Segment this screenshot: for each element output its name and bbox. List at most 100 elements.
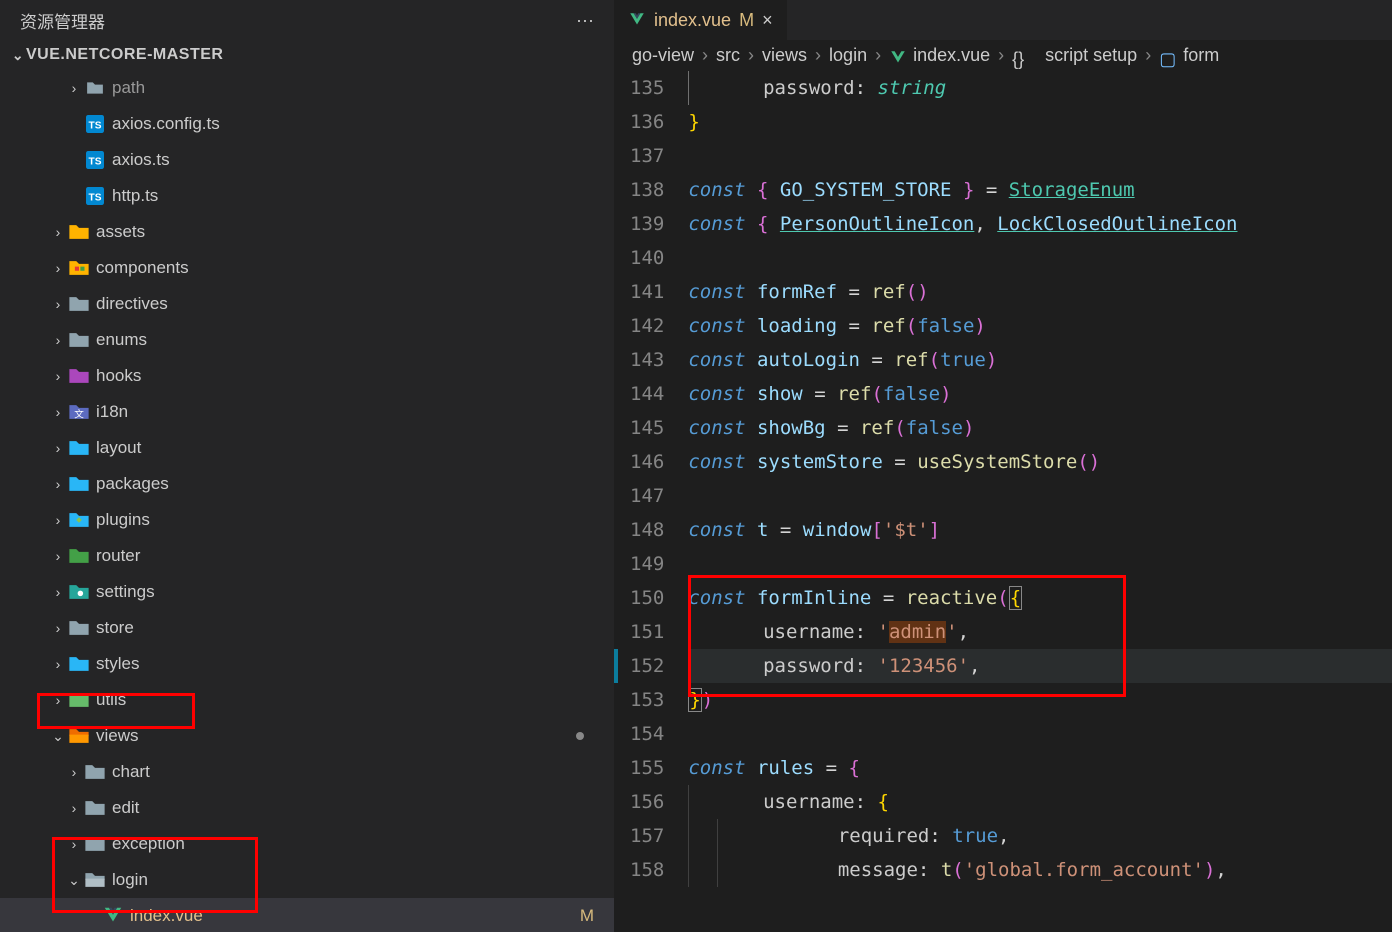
svg-text:TS: TS bbox=[89, 121, 102, 132]
tree-folder-directives[interactable]: › directives bbox=[0, 286, 614, 322]
vue-file-icon bbox=[889, 49, 907, 67]
tab-modified-badge: M bbox=[739, 10, 754, 31]
tree-folder-i18n[interactable]: › 文 i18n bbox=[0, 394, 614, 430]
tree-folder-plugins[interactable]: › plugins bbox=[0, 502, 614, 538]
chevron-down-icon: ⌄ bbox=[48, 728, 68, 745]
chevron-right-icon: › bbox=[48, 620, 68, 636]
line-number-gutter: 1351361371381391401411421431441451461471… bbox=[614, 71, 688, 932]
chevron-right-icon: › bbox=[994, 45, 1008, 66]
tree-folder-assets[interactable]: › assets bbox=[0, 214, 614, 250]
tree-file[interactable]: TS http.ts bbox=[0, 178, 614, 214]
tree-item-label: chart bbox=[112, 762, 150, 782]
tree-item-label: index.vue bbox=[130, 906, 203, 926]
explorer-header: 资源管理器 ··· bbox=[0, 0, 614, 40]
chevron-right-icon: › bbox=[698, 45, 712, 66]
chevron-right-icon: › bbox=[48, 548, 68, 564]
tree-folder-packages[interactable]: › packages bbox=[0, 466, 614, 502]
breadcrumb-item[interactable]: index.vue bbox=[913, 45, 990, 66]
tree-folder-layout[interactable]: ›layout bbox=[0, 430, 614, 466]
explorer-more-icon[interactable]: ··· bbox=[572, 10, 598, 31]
tree-item-label: components bbox=[96, 258, 189, 278]
chevron-right-icon: › bbox=[48, 260, 68, 276]
chevron-right-icon: › bbox=[64, 764, 84, 780]
close-icon[interactable]: × bbox=[762, 10, 773, 31]
tree-item-label: axios.ts bbox=[112, 150, 170, 170]
tree-folder-chart[interactable]: › chart bbox=[0, 754, 614, 790]
vue-file-icon bbox=[628, 11, 646, 29]
project-header[interactable]: ⌄ VUE.NETCORE-MASTER bbox=[0, 40, 614, 70]
tree-folder-styles[interactable]: › styles bbox=[0, 646, 614, 682]
tree-file[interactable]: TS axios.config.ts bbox=[0, 106, 614, 142]
tree-folder-exception[interactable]: ›exception bbox=[0, 826, 614, 862]
explorer-title: 资源管理器 bbox=[20, 8, 105, 33]
breadcrumb-item[interactable]: src bbox=[716, 45, 740, 66]
chevron-right-icon: › bbox=[48, 404, 68, 420]
tree-item-label: assets bbox=[96, 222, 145, 242]
tree-item-label: layout bbox=[96, 438, 141, 458]
tree-folder-components[interactable]: › components bbox=[0, 250, 614, 286]
tree-item-label: packages bbox=[96, 474, 169, 494]
project-name: VUE.NETCORE-MASTER bbox=[26, 46, 223, 64]
tree-folder-views[interactable]: ⌄ views bbox=[0, 718, 614, 754]
tree-item-label: plugins bbox=[96, 510, 150, 530]
breadcrumb-item[interactable]: script setup bbox=[1045, 45, 1137, 66]
tree-folder-edit[interactable]: ›edit bbox=[0, 790, 614, 826]
chevron-right-icon: › bbox=[48, 512, 68, 528]
tree-folder-utils[interactable]: ›utils bbox=[0, 682, 614, 718]
chevron-down-icon: ⌄ bbox=[64, 872, 84, 889]
tree-item-label: views bbox=[96, 726, 139, 746]
modified-dot-icon bbox=[576, 732, 584, 740]
chevron-right-icon: › bbox=[1141, 45, 1155, 66]
tree-folder-hooks[interactable]: › hooks bbox=[0, 358, 614, 394]
chevron-right-icon: › bbox=[48, 476, 68, 492]
svg-text:TS: TS bbox=[89, 193, 102, 204]
editor-tabs: index.vue M × bbox=[614, 0, 1392, 40]
file-tree: › path TS axios.config.ts TS axios.ts TS… bbox=[0, 70, 614, 932]
svg-text:TS: TS bbox=[89, 157, 102, 168]
tree-folder-enums[interactable]: ›enums bbox=[0, 322, 614, 358]
tab-index-vue[interactable]: index.vue M × bbox=[614, 0, 788, 40]
tree-item-label: store bbox=[96, 618, 134, 638]
tree-folder-path[interactable]: › path bbox=[0, 70, 614, 106]
tree-folder-router[interactable]: › router bbox=[0, 538, 614, 574]
svg-text:文: 文 bbox=[74, 409, 84, 421]
chevron-right-icon: › bbox=[48, 332, 68, 348]
tab-label: index.vue bbox=[654, 10, 731, 31]
chevron-right-icon: › bbox=[64, 80, 84, 96]
tree-item-label: hooks bbox=[96, 366, 141, 386]
breadcrumb-item[interactable]: form bbox=[1183, 45, 1219, 66]
tree-item-label: styles bbox=[96, 654, 139, 674]
tree-folder-store[interactable]: › store bbox=[0, 610, 614, 646]
breadcrumb[interactable]: go-view› src› views› login› index.vue› {… bbox=[614, 40, 1392, 71]
chevron-right-icon: › bbox=[48, 656, 68, 672]
chevron-right-icon: › bbox=[744, 45, 758, 66]
chevron-down-icon: ⌄ bbox=[12, 47, 24, 64]
breadcrumb-item[interactable]: views bbox=[762, 45, 807, 66]
braces-icon: {} bbox=[1012, 49, 1030, 67]
breadcrumb-item[interactable]: go-view bbox=[632, 45, 694, 66]
chevron-right-icon: › bbox=[48, 296, 68, 312]
editor-area: index.vue M × go-view› src› views› login… bbox=[614, 0, 1392, 932]
code-lines[interactable]: password: string} const { GO_SYSTEM_STOR… bbox=[688, 71, 1392, 932]
chevron-right-icon: › bbox=[48, 224, 68, 240]
chevron-right-icon: › bbox=[811, 45, 825, 66]
tree-item-label: axios.config.ts bbox=[112, 114, 220, 134]
breadcrumb-item[interactable]: login bbox=[829, 45, 867, 66]
tree-folder-settings[interactable]: ›settings bbox=[0, 574, 614, 610]
chevron-right-icon: › bbox=[48, 368, 68, 384]
tree-item-label: i18n bbox=[96, 402, 128, 422]
code-editor[interactable]: 1351361371381391401411421431441451461471… bbox=[614, 71, 1392, 932]
tree-item-label: path bbox=[112, 78, 145, 98]
tree-item-label: http.ts bbox=[112, 186, 158, 206]
tree-file[interactable]: TS axios.ts bbox=[0, 142, 614, 178]
tree-item-label: edit bbox=[112, 798, 139, 818]
tree-item-label: exception bbox=[112, 834, 185, 854]
tree-item-label: router bbox=[96, 546, 140, 566]
chevron-right-icon: › bbox=[871, 45, 885, 66]
tree-folder-login[interactable]: ⌄login bbox=[0, 862, 614, 898]
tree-item-label: settings bbox=[96, 582, 155, 602]
tree-file-index-vue[interactable]: index.vue M bbox=[0, 898, 614, 932]
tree-item-label: directives bbox=[96, 294, 168, 314]
variable-icon: ▢ bbox=[1159, 49, 1177, 67]
git-modified-badge: M bbox=[580, 906, 594, 926]
